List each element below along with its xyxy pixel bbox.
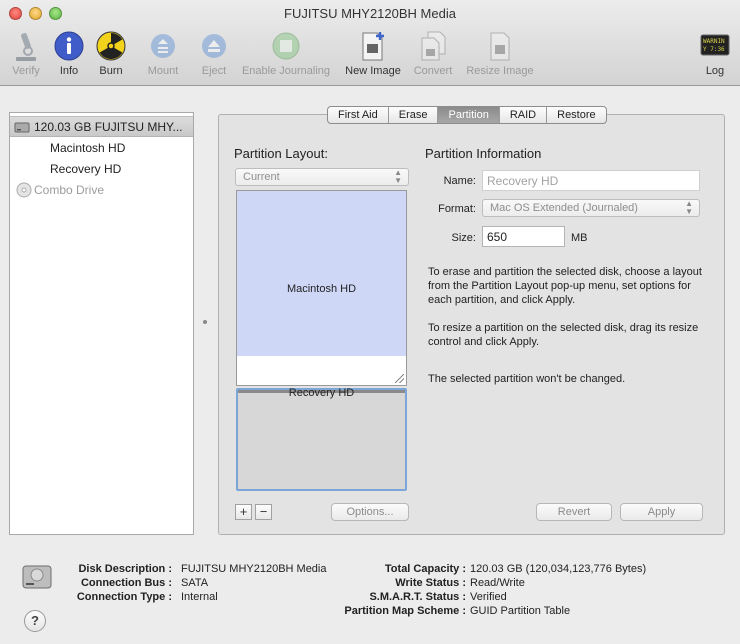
hard-drive-icon [20, 560, 54, 592]
erase-help-text: To erase and partition the selected disk… [428, 266, 702, 306]
optical-drive-icon [16, 182, 32, 198]
svg-text:Y 7:36: Y 7:36 [703, 46, 725, 53]
connection-bus-label: Connection Bus : [80, 577, 172, 589]
sidebar-item-label: 120.03 GB FUJITSU MHY... [34, 119, 183, 134]
partition-size-field[interactable]: 650 [482, 226, 565, 247]
window-title: FUJITSU MHY2120BH Media [284, 6, 456, 21]
toolbar: FUJITSU MHY2120BH Media Verify Info Burn… [0, 0, 740, 86]
partition-map: Macintosh HD Recovery HD [236, 190, 407, 491]
enable-journaling-button[interactable]: Enable Journaling [240, 30, 332, 77]
partition-status-text: The selected partition won't be changed. [428, 373, 626, 385]
microscope-icon [10, 30, 42, 62]
partition-information-title: Partition Information [425, 146, 542, 161]
chevron-updown-icon: ▲ ▼ [685, 199, 693, 216]
convert-icon [417, 30, 449, 62]
apply-button[interactable]: Apply [620, 503, 703, 521]
sidebar-item-combo-drive[interactable]: Combo Drive [10, 179, 193, 200]
burn-button[interactable]: Burn [82, 30, 140, 77]
write-status-value: Read/Write [470, 577, 525, 589]
partition-label: Macintosh HD [286, 283, 357, 295]
partition-map-scheme-value: GUID Partition Table [470, 605, 571, 617]
popup-value: Current [243, 171, 280, 183]
mount-icon [147, 30, 179, 62]
resize-image-icon [484, 30, 516, 62]
disk-description-value: FUJITSU MHY2120BH Media [181, 563, 327, 575]
total-capacity-value: 120.03 GB (120,034,123,776 Bytes) [470, 563, 647, 575]
revert-button[interactable]: Revert [536, 503, 612, 521]
eject-button[interactable]: Eject [185, 30, 243, 77]
size-unit: MB [571, 232, 588, 244]
tab-bar: First Aid Erase Partition RAID Restore [327, 106, 607, 124]
sidebar-item-macintosh-hd[interactable]: Macintosh HD [10, 137, 193, 158]
disk-description-label: Disk Description : [78, 563, 172, 575]
convert-button[interactable]: Convert [404, 30, 462, 77]
connection-bus-value: SATA [181, 577, 209, 589]
tab-partition[interactable]: Partition [438, 107, 500, 123]
tab-first-aid[interactable]: First Aid [328, 107, 389, 123]
tab-restore[interactable]: Restore [547, 107, 606, 123]
partition-layout-popup[interactable]: Current ▲ ▼ [235, 168, 409, 186]
device-sidebar: 120.03 GB FUJITSU MHY... Macintosh HD Re… [9, 112, 194, 535]
add-partition-button[interactable]: + [235, 504, 252, 520]
partition-free-area [236, 356, 407, 386]
console-log-icon: WARNIN Y 7:36 [699, 30, 731, 62]
log-button[interactable]: WARNIN Y 7:36 Log [686, 30, 740, 77]
sidebar-item-label: Recovery HD [50, 161, 122, 176]
format-label: Format: [438, 203, 476, 215]
sidebar-item-label: Macintosh HD [50, 140, 126, 155]
remove-partition-button[interactable]: − [255, 504, 272, 520]
journal-icon [270, 30, 302, 62]
partition-name-field[interactable]: Recovery HD [482, 170, 700, 191]
new-image-icon [357, 30, 389, 62]
svg-text:WARNIN: WARNIN [703, 38, 725, 45]
eject-icon [198, 30, 230, 62]
size-label: Size: [451, 232, 476, 244]
resize-image-button[interactable]: Resize Image [463, 30, 537, 77]
partition-label: Recovery HD [288, 387, 355, 399]
sidebar-item-recovery-hd[interactable]: Recovery HD [10, 158, 193, 179]
radiation-icon [95, 30, 127, 62]
new-image-button[interactable]: New Image [341, 30, 405, 77]
name-label: Name: [443, 175, 476, 187]
chevron-updown-icon: ▲ ▼ [394, 168, 402, 185]
mount-button[interactable]: Mount [134, 30, 192, 77]
tab-erase[interactable]: Erase [389, 107, 439, 123]
tab-raid[interactable]: RAID [500, 107, 548, 123]
info-icon [53, 30, 85, 62]
hard-drive-icon [14, 120, 30, 134]
format-popup[interactable]: Mac OS Extended (Journaled) ▲ ▼ [482, 199, 700, 217]
connection-type-label: Connection Type : [76, 591, 172, 603]
sidebar-item-disk[interactable]: 120.03 GB FUJITSU MHY... [10, 116, 193, 137]
partition-recovery-hd[interactable]: Recovery HD [236, 387, 407, 491]
total-capacity-label: Total Capacity : [384, 563, 466, 575]
partition-map-scheme-label: Partition Map Scheme : [344, 605, 466, 617]
smart-status-label: S.M.A.R.T. Status : [369, 591, 466, 603]
help-button[interactable]: ? [24, 610, 46, 632]
partition-layout-title: Partition Layout: [234, 146, 328, 161]
options-button[interactable]: Options... [331, 503, 409, 521]
write-status-label: Write Status : [395, 577, 466, 589]
resize-grip-icon[interactable] [395, 374, 404, 383]
connection-type-value: Internal [181, 591, 218, 603]
popup-value: Mac OS Extended (Journaled) [490, 202, 638, 214]
smart-status-value: Verified [470, 591, 507, 603]
splitter-handle[interactable] [203, 320, 207, 324]
resize-help-text: To resize a partition on the selected di… [428, 322, 699, 348]
sidebar-item-label: Combo Drive [34, 182, 105, 197]
